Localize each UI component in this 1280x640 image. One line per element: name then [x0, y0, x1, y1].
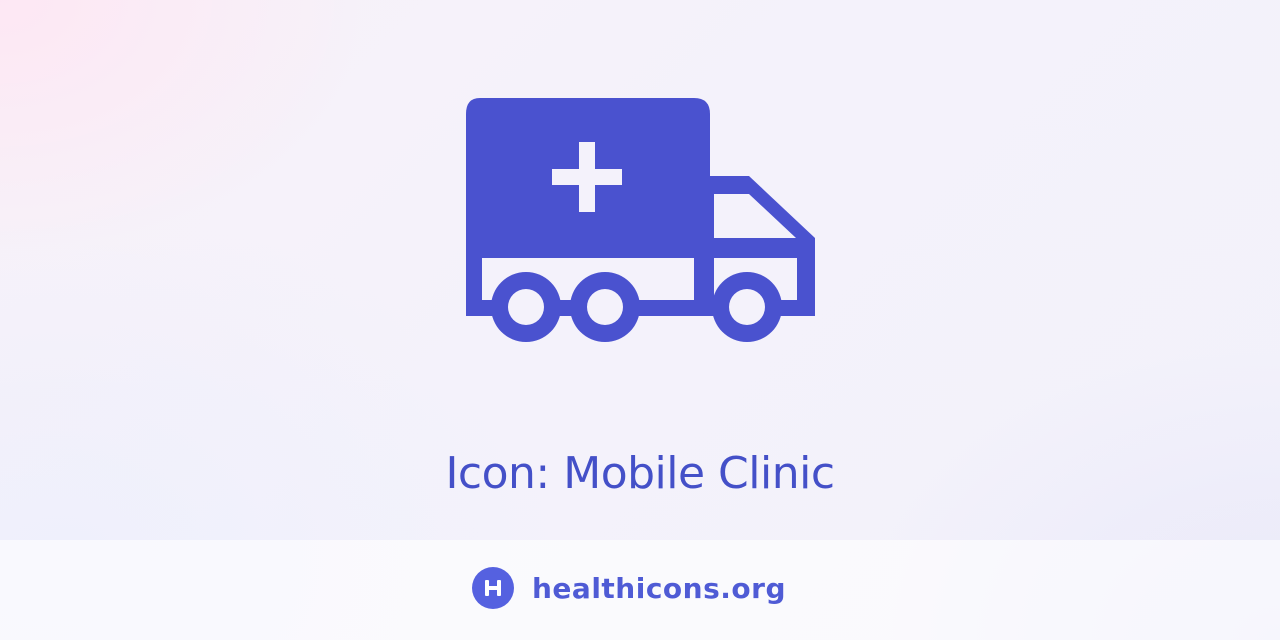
mobile-clinic-truck-icon: [464, 96, 818, 346]
icon-title: Icon: Mobile Clinic: [445, 448, 835, 499]
site-name: healthicons.org: [532, 571, 786, 605]
healthicons-logo-icon: [472, 567, 514, 609]
brand-link[interactable]: healthicons.org: [472, 566, 786, 610]
